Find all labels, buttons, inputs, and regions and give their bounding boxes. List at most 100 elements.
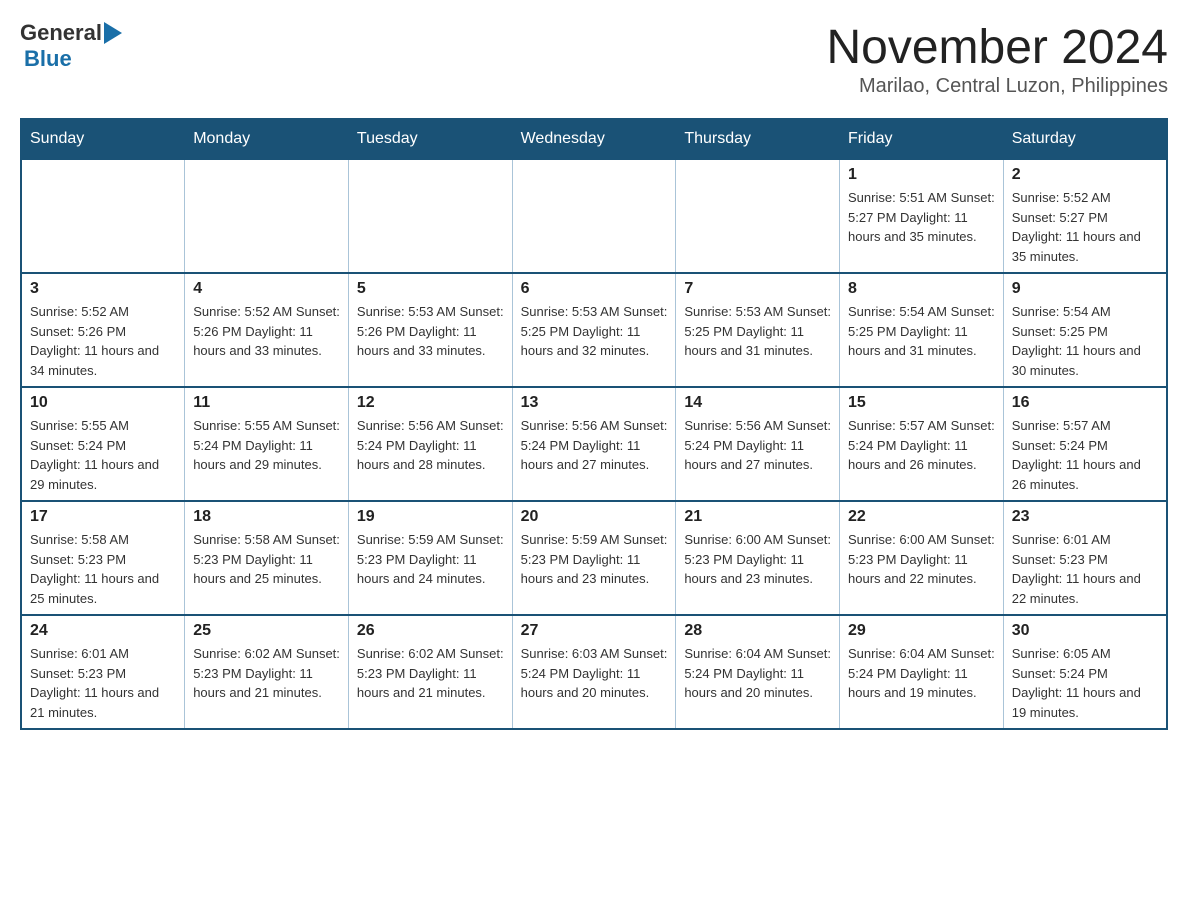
calendar-cell: 9 Sunrise: 5:54 AM Sunset: 5:25 PM Daylig…: [1003, 273, 1167, 387]
page-header: General Blue November 2024 Marilao, Cent…: [20, 20, 1168, 98]
calendar-cell: 22 Sunrise: 6:00 AM Sunset: 5:23 PM Dayli…: [840, 501, 1004, 615]
calendar-cell: 19 Sunrise: 5:59 AM Sunset: 5:23 PM Dayli…: [348, 501, 512, 615]
calendar-cell: 10Sunrise: 5:55 AM Sunset: 5:24 PM Dayli…: [21, 387, 185, 501]
logo-general: General: [20, 20, 102, 46]
day-info: Sunrise: 5:56 AM Sunset: 5:24 PM Dayligh…: [521, 416, 668, 475]
calendar-cell: 18 Sunrise: 5:58 AM Sunset: 5:23 PM Dayli…: [185, 501, 349, 615]
day-number: 2: [1012, 166, 1158, 184]
day-number: 23: [1012, 508, 1158, 526]
calendar-cell: 27 Sunrise: 6:03 AM Sunset: 5:24 PM Dayli…: [512, 615, 676, 729]
day-info: Sunrise: 5:53 AM Sunset: 5:25 PM Dayligh…: [521, 302, 668, 361]
day-number: 1: [848, 166, 995, 184]
calendar-header-monday: Monday: [185, 119, 349, 159]
day-number: 13: [521, 394, 668, 412]
calendar-week-row: 3 Sunrise: 5:52 AM Sunset: 5:26 PM Daylig…: [21, 273, 1167, 387]
day-number: 18: [193, 508, 340, 526]
day-info: Sunrise: 5:54 AM Sunset: 5:25 PM Dayligh…: [1012, 302, 1158, 380]
day-number: 3: [30, 280, 176, 298]
day-info: Sunrise: 5:53 AM Sunset: 5:25 PM Dayligh…: [684, 302, 831, 361]
day-info: Sunrise: 5:58 AM Sunset: 5:23 PM Dayligh…: [193, 530, 340, 589]
day-number: 5: [357, 280, 504, 298]
day-number: 16: [1012, 394, 1158, 412]
day-info: Sunrise: 6:01 AM Sunset: 5:23 PM Dayligh…: [1012, 530, 1158, 608]
day-number: 8: [848, 280, 995, 298]
day-info: Sunrise: 6:02 AM Sunset: 5:23 PM Dayligh…: [193, 644, 340, 703]
day-number: 30: [1012, 622, 1158, 640]
logo-arrow-icon: [104, 22, 122, 44]
day-info: Sunrise: 6:03 AM Sunset: 5:24 PM Dayligh…: [521, 644, 668, 703]
day-number: 28: [684, 622, 831, 640]
calendar-header-wednesday: Wednesday: [512, 119, 676, 159]
calendar-week-row: 1 Sunrise: 5:51 AM Sunset: 5:27 PM Daylig…: [21, 159, 1167, 273]
calendar-cell: [676, 159, 840, 273]
calendar-cell: 25Sunrise: 6:02 AM Sunset: 5:23 PM Dayli…: [185, 615, 349, 729]
calendar-cell: [348, 159, 512, 273]
day-info: Sunrise: 6:02 AM Sunset: 5:23 PM Dayligh…: [357, 644, 504, 703]
day-info: Sunrise: 6:05 AM Sunset: 5:24 PM Dayligh…: [1012, 644, 1158, 722]
day-number: 22: [848, 508, 995, 526]
day-info: Sunrise: 5:52 AM Sunset: 5:26 PM Dayligh…: [193, 302, 340, 361]
calendar-cell: 20 Sunrise: 5:59 AM Sunset: 5:23 PM Dayli…: [512, 501, 676, 615]
day-number: 6: [521, 280, 668, 298]
day-info: Sunrise: 5:57 AM Sunset: 5:24 PM Dayligh…: [848, 416, 995, 475]
calendar-header-friday: Friday: [840, 119, 1004, 159]
day-info: Sunrise: 5:58 AM Sunset: 5:23 PM Dayligh…: [30, 530, 176, 608]
subtitle: Marilao, Central Luzon, Philippines: [826, 75, 1168, 98]
calendar-cell: 29Sunrise: 6:04 AM Sunset: 5:24 PM Dayli…: [840, 615, 1004, 729]
day-number: 17: [30, 508, 176, 526]
day-info: Sunrise: 5:55 AM Sunset: 5:24 PM Dayligh…: [193, 416, 340, 475]
day-number: 14: [684, 394, 831, 412]
day-info: Sunrise: 5:56 AM Sunset: 5:24 PM Dayligh…: [684, 416, 831, 475]
calendar-cell: 23 Sunrise: 6:01 AM Sunset: 5:23 PM Dayli…: [1003, 501, 1167, 615]
calendar-cell: [185, 159, 349, 273]
calendar-cell: 2 Sunrise: 5:52 AM Sunset: 5:27 PM Daylig…: [1003, 159, 1167, 273]
calendar-week-row: 10Sunrise: 5:55 AM Sunset: 5:24 PM Dayli…: [21, 387, 1167, 501]
calendar-cell: 5 Sunrise: 5:53 AM Sunset: 5:26 PM Daylig…: [348, 273, 512, 387]
calendar-cell: 21 Sunrise: 6:00 AM Sunset: 5:23 PM Dayli…: [676, 501, 840, 615]
logo: General Blue: [20, 20, 122, 72]
calendar-header-sunday: Sunday: [21, 119, 185, 159]
day-info: Sunrise: 5:57 AM Sunset: 5:24 PM Dayligh…: [1012, 416, 1158, 494]
calendar-week-row: 17 Sunrise: 5:58 AM Sunset: 5:23 PM Dayli…: [21, 501, 1167, 615]
day-info: Sunrise: 5:51 AM Sunset: 5:27 PM Dayligh…: [848, 188, 995, 247]
day-info: Sunrise: 5:52 AM Sunset: 5:27 PM Dayligh…: [1012, 188, 1158, 266]
day-number: 9: [1012, 280, 1158, 298]
day-number: 7: [684, 280, 831, 298]
calendar-cell: 28Sunrise: 6:04 AM Sunset: 5:24 PM Dayli…: [676, 615, 840, 729]
calendar-header-row: SundayMondayTuesdayWednesdayThursdayFrid…: [21, 119, 1167, 159]
calendar-cell: 6 Sunrise: 5:53 AM Sunset: 5:25 PM Daylig…: [512, 273, 676, 387]
day-number: 4: [193, 280, 340, 298]
calendar-cell: 4 Sunrise: 5:52 AM Sunset: 5:26 PM Daylig…: [185, 273, 349, 387]
calendar-header-thursday: Thursday: [676, 119, 840, 159]
logo-blue: Blue: [24, 46, 122, 72]
day-number: 15: [848, 394, 995, 412]
day-number: 26: [357, 622, 504, 640]
day-info: Sunrise: 5:54 AM Sunset: 5:25 PM Dayligh…: [848, 302, 995, 361]
main-title: November 2024: [826, 20, 1168, 75]
calendar-cell: 30 Sunrise: 6:05 AM Sunset: 5:24 PM Dayli…: [1003, 615, 1167, 729]
day-number: 11: [193, 394, 340, 412]
calendar-cell: 7 Sunrise: 5:53 AM Sunset: 5:25 PM Daylig…: [676, 273, 840, 387]
calendar-cell: 13 Sunrise: 5:56 AM Sunset: 5:24 PM Dayli…: [512, 387, 676, 501]
day-info: Sunrise: 6:01 AM Sunset: 5:23 PM Dayligh…: [30, 644, 176, 722]
calendar-header-saturday: Saturday: [1003, 119, 1167, 159]
day-info: Sunrise: 6:00 AM Sunset: 5:23 PM Dayligh…: [848, 530, 995, 589]
calendar-cell: 17 Sunrise: 5:58 AM Sunset: 5:23 PM Dayli…: [21, 501, 185, 615]
calendar-cell: 1 Sunrise: 5:51 AM Sunset: 5:27 PM Daylig…: [840, 159, 1004, 273]
day-number: 27: [521, 622, 668, 640]
day-info: Sunrise: 5:59 AM Sunset: 5:23 PM Dayligh…: [521, 530, 668, 589]
title-section: November 2024 Marilao, Central Luzon, Ph…: [826, 20, 1168, 98]
calendar-table: SundayMondayTuesdayWednesdayThursdayFrid…: [20, 118, 1168, 730]
calendar-cell: 11 Sunrise: 5:55 AM Sunset: 5:24 PM Dayli…: [185, 387, 349, 501]
calendar-cell: 15 Sunrise: 5:57 AM Sunset: 5:24 PM Dayli…: [840, 387, 1004, 501]
day-info: Sunrise: 5:59 AM Sunset: 5:23 PM Dayligh…: [357, 530, 504, 589]
day-info: Sunrise: 5:53 AM Sunset: 5:26 PM Dayligh…: [357, 302, 504, 361]
day-info: Sunrise: 6:00 AM Sunset: 5:23 PM Dayligh…: [684, 530, 831, 589]
calendar-cell: 8 Sunrise: 5:54 AM Sunset: 5:25 PM Daylig…: [840, 273, 1004, 387]
calendar-cell: 3Sunrise: 5:52 AM Sunset: 5:26 PM Daylig…: [21, 273, 185, 387]
day-number: 19: [357, 508, 504, 526]
day-number: 21: [684, 508, 831, 526]
calendar-week-row: 24Sunrise: 6:01 AM Sunset: 5:23 PM Dayli…: [21, 615, 1167, 729]
calendar-header-tuesday: Tuesday: [348, 119, 512, 159]
day-number: 20: [521, 508, 668, 526]
